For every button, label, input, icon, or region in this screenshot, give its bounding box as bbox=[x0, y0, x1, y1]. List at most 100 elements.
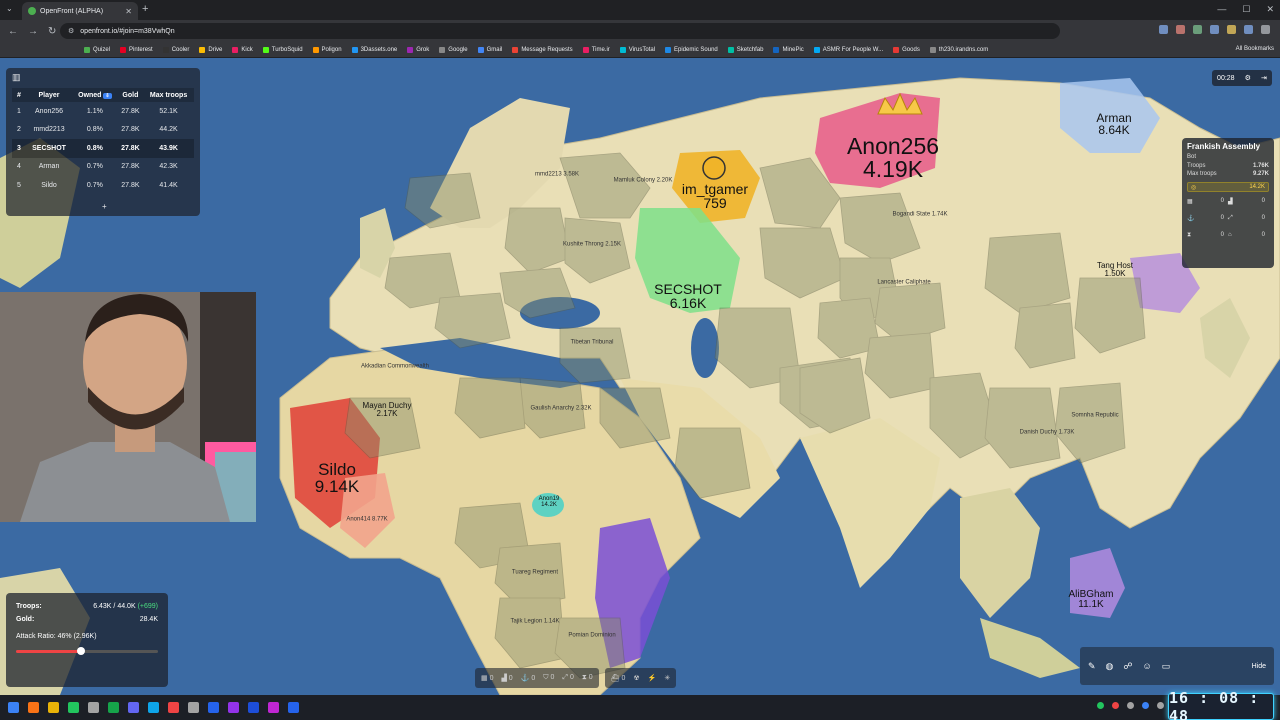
exit-icon[interactable]: ⇥ bbox=[1261, 74, 1267, 82]
bookmark-item[interactable]: Grok bbox=[407, 46, 429, 53]
territory-label[interactable]: mmd2213 3.58K bbox=[535, 172, 579, 179]
build-mirv-button[interactable]: ✳ bbox=[664, 674, 670, 682]
app-icon[interactable] bbox=[228, 702, 239, 713]
table-row[interactable]: 1 Anon256 1.1% 27.8K 52.1K bbox=[12, 102, 194, 121]
bookmark-item[interactable]: Google bbox=[439, 46, 468, 53]
bookmark-item[interactable]: MinePic bbox=[773, 46, 804, 53]
col-gold[interactable]: Gold bbox=[117, 88, 144, 102]
bookmark-item[interactable]: Pinterest bbox=[120, 46, 153, 53]
maximize-icon[interactable]: ☐ bbox=[1242, 4, 1250, 15]
bookmark-item[interactable]: 3Dassets.one bbox=[351, 46, 397, 53]
minimize-icon[interactable]: — bbox=[1217, 4, 1226, 15]
territory-label[interactable]: Tajik Legion 1.14K bbox=[510, 619, 559, 626]
leaderboard-icon[interactable]: ▥ bbox=[12, 72, 21, 83]
all-bookmarks[interactable]: All Bookmarks bbox=[1236, 46, 1274, 52]
territory-label[interactable]: Anon414 8.77K bbox=[346, 517, 387, 524]
extension-icon[interactable] bbox=[1193, 25, 1202, 34]
windows-start-icon[interactable] bbox=[8, 702, 19, 713]
app-icon[interactable] bbox=[208, 702, 219, 713]
table-row[interactable]: 5 Sildo 0.7% 27.8K 41.4K bbox=[12, 176, 194, 195]
tray-icon[interactable] bbox=[1157, 702, 1164, 709]
attack-ratio-thumb[interactable] bbox=[77, 647, 86, 655]
territory-label[interactable]: Somnha Republic bbox=[1071, 413, 1118, 420]
build-warship-button[interactable]: ⛴ 0 bbox=[611, 674, 626, 682]
pencil-icon[interactable]: ✎ bbox=[1088, 661, 1096, 672]
globe-icon[interactable]: ◍ bbox=[1106, 661, 1114, 672]
app-icon[interactable] bbox=[168, 702, 179, 713]
player-label-mayan-duchy[interactable]: Mayan Duchy 2.17K bbox=[363, 402, 412, 418]
chat-icon[interactable]: ▭ bbox=[1162, 661, 1171, 672]
build-city-button[interactable]: ▦ 0 bbox=[481, 674, 493, 682]
build-port-button[interactable]: ⚓ 0 bbox=[521, 674, 536, 682]
bookmark-item[interactable]: Epidemic Sound bbox=[665, 46, 718, 53]
app-icon[interactable] bbox=[188, 702, 199, 713]
handshake-icon[interactable]: ☍ bbox=[1123, 661, 1132, 672]
player-label-anon19[interactable]: Anon19 14.2K bbox=[539, 496, 560, 508]
territory-label[interactable]: Tuareg Regiment bbox=[512, 570, 558, 577]
bookmark-item[interactable]: Quizel bbox=[84, 46, 110, 53]
territory-label[interactable]: Bogandi State 1.74K bbox=[892, 212, 947, 219]
tray-icon[interactable] bbox=[1142, 702, 1149, 709]
build-silo-button[interactable]: ⧗ 0 bbox=[582, 674, 593, 682]
territory-label[interactable]: Pomian Dominion bbox=[568, 633, 615, 640]
app-icon[interactable] bbox=[248, 702, 259, 713]
app-icon[interactable] bbox=[288, 702, 299, 713]
discord-icon[interactable] bbox=[128, 702, 139, 713]
bookmark-item[interactable]: Gmail bbox=[477, 46, 502, 53]
player-label-sildo[interactable]: Sildo 9.14K bbox=[315, 461, 359, 495]
player-label-alibgham[interactable]: AliBGham 11.1K bbox=[1068, 590, 1113, 610]
chrome-icon[interactable] bbox=[68, 702, 79, 713]
bookmark-item[interactable]: Poligon bbox=[312, 46, 342, 53]
site-info-icon[interactable]: ⚙ bbox=[68, 27, 74, 35]
forward-icon[interactable]: → bbox=[28, 26, 38, 37]
extension-icon[interactable] bbox=[1227, 25, 1236, 34]
player-label-secshot[interactable]: SECSHOT 6.16K bbox=[654, 282, 722, 310]
profile-icon[interactable] bbox=[1244, 25, 1253, 34]
extension-icon[interactable] bbox=[1210, 25, 1219, 34]
bookmark-item[interactable]: Kick bbox=[232, 46, 253, 53]
table-row[interactable]: 2 mmd2213 0.8% 27.8K 44.2K bbox=[12, 121, 194, 140]
territory-label[interactable]: Kushite Throng 2.15K bbox=[563, 242, 621, 249]
settings-gear-icon[interactable]: ⚙ bbox=[1245, 74, 1251, 82]
app-icon[interactable] bbox=[268, 702, 279, 713]
bookmark-item[interactable]: Goods bbox=[893, 46, 920, 53]
build-factory-button[interactable]: ▟ 0 bbox=[501, 674, 512, 682]
spotify-icon[interactable] bbox=[108, 702, 119, 713]
territory-label[interactable]: Lancaster Caliphate bbox=[877, 280, 930, 287]
territory-label[interactable]: Akkadian Commonwealth bbox=[361, 364, 429, 371]
extension-icon[interactable] bbox=[1159, 25, 1168, 34]
bookmark-item[interactable]: VirusTotal bbox=[619, 46, 655, 53]
territory-label[interactable]: Gaulish Anarchy 2.32K bbox=[530, 406, 591, 413]
col-max-troops[interactable]: Max troops bbox=[143, 88, 194, 102]
player-label-im-tgamer[interactable]: im_tgamer 759 bbox=[682, 182, 748, 210]
close-tab-icon[interactable]: ✕ bbox=[125, 7, 132, 16]
tray-icon[interactable] bbox=[1097, 702, 1104, 709]
new-tab-icon[interactable]: + bbox=[142, 3, 148, 15]
extension-icon[interactable] bbox=[1176, 25, 1185, 34]
build-missile-button[interactable]: ⤢ 0 bbox=[562, 674, 573, 682]
player-label-arman[interactable]: Arman 8.64K bbox=[1096, 112, 1131, 136]
bookmark-item[interactable]: TurboSquid bbox=[262, 46, 303, 53]
menu-icon[interactable] bbox=[1261, 25, 1270, 34]
bookmark-item[interactable]: Drive bbox=[199, 46, 222, 53]
close-window-icon[interactable]: ✕ bbox=[1266, 4, 1274, 15]
territory-label[interactable]: Danish Duchy 1.73K bbox=[1020, 430, 1075, 437]
table-row-current-player[interactable]: 3 SECSHOT 0.8% 27.8K 43.9K bbox=[12, 139, 194, 158]
territory-label[interactable]: Mamluk Colony 2.20K bbox=[614, 178, 673, 185]
col-owned[interactable]: Owned ⇩ bbox=[72, 88, 118, 102]
build-defense-button[interactable]: ⛉ 0 bbox=[543, 674, 554, 682]
back-icon[interactable]: ← bbox=[8, 26, 18, 37]
telegram-icon[interactable] bbox=[148, 702, 159, 713]
search-icon[interactable] bbox=[28, 702, 39, 713]
attack-ratio-slider[interactable] bbox=[16, 647, 158, 655]
bookmark-item[interactable]: Cooler bbox=[162, 46, 189, 53]
player-label-tang-host[interactable]: Tang Host 1.50K bbox=[1097, 262, 1133, 278]
player-label-anon256[interactable]: Anon256 4.19K bbox=[847, 135, 939, 181]
territory-label[interactable]: Tibetan Tribunal bbox=[571, 340, 614, 347]
expand-leaderboard-button[interactable]: + bbox=[102, 202, 107, 211]
build-atom-bomb-button[interactable]: ☢ bbox=[633, 674, 639, 682]
table-row[interactable]: 4 Arman 0.7% 27.8K 42.3K bbox=[12, 158, 194, 177]
bookmark-item[interactable]: Time.ir bbox=[582, 46, 610, 53]
bookmark-item[interactable]: Message Requests bbox=[512, 46, 573, 53]
address-bar[interactable]: ⚙ openfront.io/#join=m38VwhQn bbox=[60, 23, 1060, 39]
